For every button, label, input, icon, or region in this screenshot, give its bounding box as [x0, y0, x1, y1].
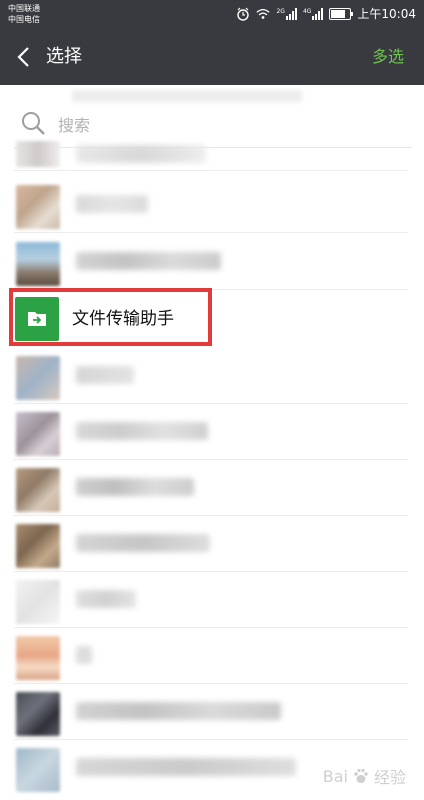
avatar [16, 185, 60, 229]
page-title: 选择 [46, 46, 82, 67]
list-item[interactable] [0, 572, 424, 628]
list-item[interactable] [0, 628, 424, 684]
avatar [16, 468, 60, 512]
contact-name-blurred [76, 422, 208, 440]
network-2g-label: 2G [276, 7, 285, 15]
battery-icon [329, 7, 354, 20]
contact-name-blurred [76, 590, 136, 608]
contact-name-blurred [76, 252, 221, 270]
carrier-2: 中国电信 [8, 15, 40, 24]
baidu-watermark: Bai 经验 [323, 764, 406, 788]
avatar [16, 580, 60, 624]
file-transfer-item[interactable]: 文件传输助手 [0, 290, 424, 348]
contact-name-blurred [76, 758, 296, 776]
search-icon [22, 112, 45, 135]
avatar [16, 524, 60, 568]
row-divider [14, 232, 408, 233]
list-item[interactable] [0, 348, 424, 404]
file-transfer-avatar [15, 297, 59, 341]
avatar [16, 748, 60, 792]
contact-name-blurred [76, 702, 281, 720]
contact-name-blurred [76, 534, 210, 552]
alarm-icon [237, 7, 250, 21]
carrier-labels: 中国联通 中国电信 [8, 3, 40, 25]
avatar [16, 356, 60, 400]
folder-transfer-icon [28, 312, 46, 326]
status-time: 上午10:04 [357, 7, 416, 21]
partially-hidden-row-text [72, 90, 302, 102]
status-bar: 中国联通 中国电信 2G 4G 上午10:04 [0, 0, 424, 30]
list-item[interactable] [0, 404, 424, 460]
avatar [16, 412, 60, 456]
status-indicators: 2G 4G 上午10:04 [236, 5, 416, 22]
contact-name-blurred [76, 366, 134, 384]
list-item[interactable] [0, 460, 424, 516]
contact-name-blurred [76, 195, 148, 213]
wifi-icon [256, 8, 271, 19]
signal-4g-icon: 4G [302, 7, 324, 20]
baidu-paw-icon [354, 768, 368, 783]
list-item[interactable] [0, 234, 424, 290]
watermark-text: Bai [322, 766, 348, 786]
contact-name-blurred [76, 478, 194, 496]
list-item[interactable] [0, 516, 424, 572]
avatar [16, 141, 60, 167]
watermark-text-2: 经验 [373, 768, 406, 787]
contact-list: 文件传输助手 Bai [0, 85, 424, 800]
avatar [16, 636, 60, 680]
avatar [16, 692, 60, 736]
back-arrow-icon[interactable] [8, 40, 42, 74]
list-item[interactable] [0, 135, 424, 171]
network-4g-label: 4G [302, 7, 312, 15]
contact-name-blurred [76, 646, 92, 664]
row-divider [14, 170, 408, 171]
title-bar: 选择 多选 [0, 30, 424, 85]
contact-name-blurred [76, 145, 206, 163]
list-item[interactable] [0, 684, 424, 740]
file-transfer-name: 文件传输助手 [72, 309, 174, 329]
multi-select-button[interactable]: 多选 [372, 46, 404, 68]
signal-2g-icon: 2G [276, 7, 297, 20]
list-item[interactable] [0, 177, 424, 233]
carrier-1: 中国联通 [8, 4, 40, 13]
avatar [16, 242, 60, 286]
